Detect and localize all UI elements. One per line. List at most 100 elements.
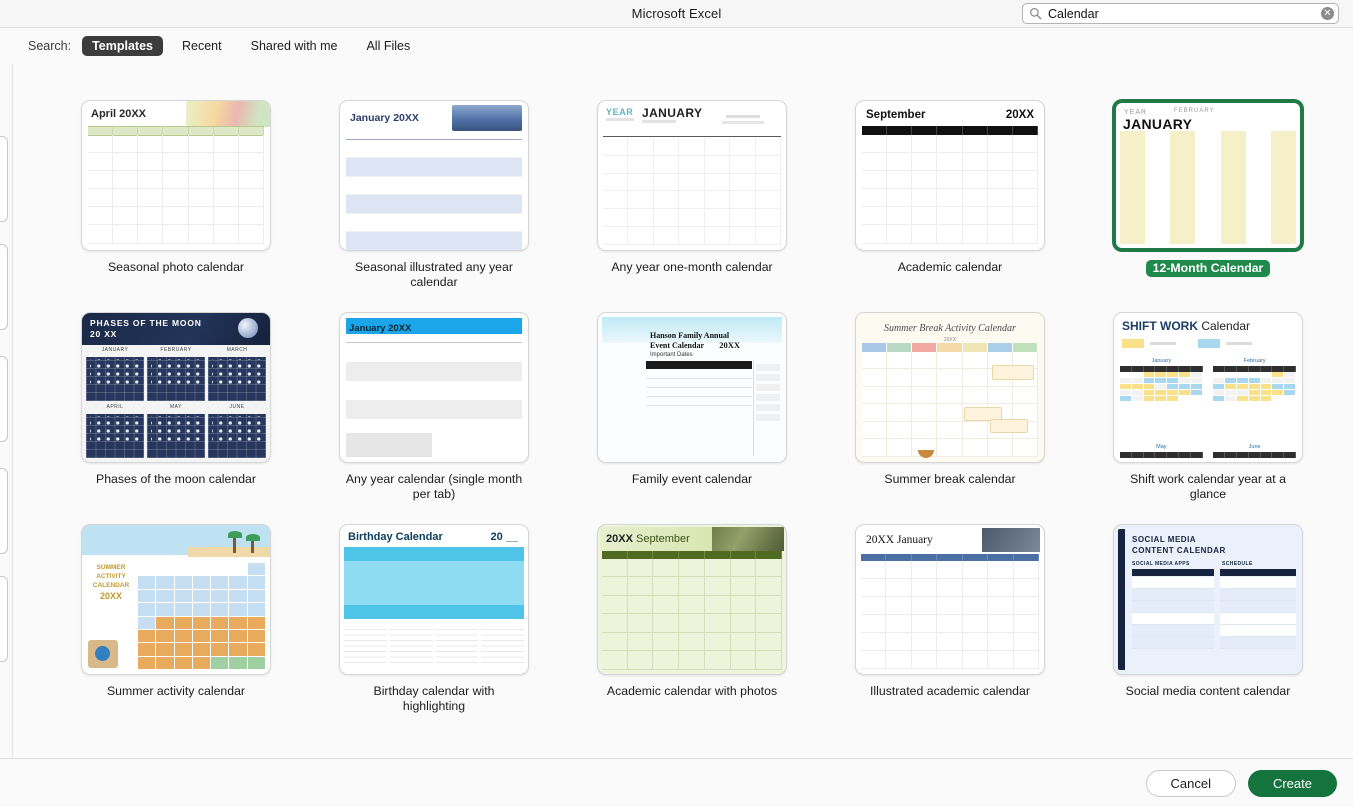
offscreen-thumb[interactable] xyxy=(0,356,8,442)
template-card-shift-work-calendar-year-at-a-glance[interactable]: SHIFT WORK Calendar January February May… xyxy=(1079,312,1337,502)
clear-search-icon[interactable]: ✕ xyxy=(1321,7,1334,20)
template-card-12-month-calendar[interactable]: YEAR FEBRUARY JANUARY 12-Month Calendar xyxy=(1079,100,1337,290)
template-card-illustrated-academic-calendar[interactable]: 20XX January Illustrated academic calend… xyxy=(821,524,1079,714)
tab-shared-with-me[interactable]: Shared with me xyxy=(241,36,348,56)
month-grid: JANUARY FEBRUARY MARCH APRIL MAY JUNE xyxy=(86,347,266,458)
column-label-apps: SOCIAL MEDIA APPS xyxy=(1132,561,1190,567)
template-card-phases-of-the-moon-calendar[interactable]: PHASES OF THE MOON 20 XX JANUARY FEBRUAR… xyxy=(47,312,305,502)
template-card-academic-calendar[interactable]: September 20XX Academic calendar xyxy=(821,100,1079,290)
offscreen-thumb[interactable] xyxy=(0,136,8,222)
search-input-value[interactable]: Calendar xyxy=(1048,7,1321,21)
template-caption: Family event calendar xyxy=(631,472,753,486)
template-caption: Summer break calendar xyxy=(884,472,1016,486)
mini-month-label: JUNE xyxy=(229,404,245,410)
template-card-any-year-one-month-calendar[interactable]: YEAR JANUARY Any year one-month calendar xyxy=(563,100,821,290)
thumb-wrap: YEAR FEBRUARY JANUARY xyxy=(1113,100,1303,251)
thumb-month-label: JANUARY xyxy=(1123,116,1193,132)
template-card-summer-break-calendar[interactable]: Summer Break Activity Calendar 20XX Summ… xyxy=(821,312,1079,502)
create-button[interactable]: Create xyxy=(1247,769,1337,797)
tab-all-files[interactable]: All Files xyxy=(356,36,420,56)
mini-month: MAY xyxy=(147,404,205,458)
side-panel xyxy=(753,361,782,456)
mini-month-label: MARCH xyxy=(226,347,248,353)
legend-label-shift-1 xyxy=(1150,342,1176,345)
template-caption: Seasonal illustrated any year calendar xyxy=(355,260,513,289)
offscreen-thumb[interactable] xyxy=(0,244,8,330)
template-caption: Shift work calendar year at a glance xyxy=(1130,472,1286,501)
thumb-title: September xyxy=(866,109,926,121)
sticky-note xyxy=(990,419,1028,433)
calendar-grid xyxy=(861,561,1039,669)
thumb-wrap: April 20XX xyxy=(81,100,271,251)
thumb-month: September xyxy=(635,533,690,545)
tab-recent[interactable]: Recent xyxy=(172,36,232,56)
thumb-title-line-2: CONTENT CALENDAR xyxy=(1132,546,1226,555)
photo-illustration xyxy=(712,527,784,551)
icon-strip xyxy=(344,547,524,561)
dialog-footer: Cancel Create xyxy=(0,758,1353,807)
thumb-wrap: 20XX January xyxy=(855,524,1045,675)
template-caption: Social media content calendar xyxy=(1125,684,1291,698)
weekday-header xyxy=(346,335,522,343)
template-card-birthday-calendar-with-highlighting[interactable]: Birthday Calendar 20 __ Birthday calenda… xyxy=(305,524,563,714)
thumb-title-line-2: Event Calendar xyxy=(650,341,704,350)
thumb-wrap: September 20XX xyxy=(855,100,1045,251)
mini-month-grid xyxy=(147,414,205,458)
template-thumbnail: Hanson Family Annual Event Calendar Impo… xyxy=(597,312,787,463)
mini-month: FEBRUARY xyxy=(147,347,205,401)
thumb-wrap: Hanson Family Annual Event Calendar Impo… xyxy=(597,312,787,463)
mini-month: MARCH xyxy=(208,347,266,401)
offscreen-thumb[interactable] xyxy=(0,468,8,554)
table-header-right xyxy=(1220,569,1296,576)
template-grid-scroll-area[interactable]: April 20XX Seasonal photo calendar Janua… xyxy=(13,64,1353,758)
thumb-wrap: SOCIAL MEDIA CONTENT CALENDAR SOCIAL MED… xyxy=(1113,524,1303,675)
mini-month-label: JANUARY xyxy=(101,347,129,353)
thumb-title-rest: Calendar xyxy=(1198,319,1251,333)
template-thumbnail: January 20XX xyxy=(339,100,529,251)
mini-month-label: May xyxy=(1156,444,1167,450)
weekday-header xyxy=(861,554,1039,561)
column-label-schedule: SCHEDULE xyxy=(1222,561,1253,567)
template-card-seasonal-illustrated-any-year-calendar[interactable]: January 20XX Seasonal illustrated any ye… xyxy=(305,100,563,290)
thumb-year: 20 __ xyxy=(490,531,518,543)
mini-month xyxy=(344,628,387,670)
template-card-summer-activity-calendar[interactable]: SUMMER ACTIVITY CALENDAR 20XX Summer act… xyxy=(47,524,305,714)
excel-template-gallery-window: Microsoft Excel Calendar ✕ Search: Templ… xyxy=(0,0,1353,807)
thumb-wrap: SUMMER ACTIVITY CALENDAR 20XX xyxy=(81,524,271,675)
photo-illustration xyxy=(982,528,1040,552)
template-grid: April 20XX Seasonal photo calendar Janua… xyxy=(13,64,1353,714)
side-title-line: CALENDAR xyxy=(92,582,130,589)
title-bar: Microsoft Excel Calendar ✕ xyxy=(0,0,1353,28)
template-caption: Phases of the moon calendar xyxy=(96,472,256,486)
thumb-title: January 20XX xyxy=(349,323,412,334)
template-caption: Birthday calendar with highlighting xyxy=(373,684,495,713)
mini-month-label: June xyxy=(1248,444,1261,450)
weekday-header xyxy=(862,343,1038,352)
template-card-family-event-calendar[interactable]: Hanson Family Annual Event Calendar Impo… xyxy=(563,312,821,502)
thumb-year: 20XX xyxy=(606,533,633,545)
calendar-columns xyxy=(1120,131,1296,244)
cancel-button[interactable]: Cancel xyxy=(1145,769,1236,797)
calendar-grid xyxy=(862,135,1038,244)
offscreen-thumb[interactable] xyxy=(0,576,8,662)
thumb-wrap: Summer Break Activity Calendar 20XX xyxy=(855,312,1045,463)
footer-block xyxy=(346,433,433,457)
template-card-any-year-calendar-single-month-per-tab[interactable]: January 20XX Any year calendar (single m… xyxy=(305,312,563,502)
mini-month-june: June xyxy=(1213,444,1296,458)
legend-swatch-shift-1 xyxy=(1122,339,1144,348)
side-bar-accent xyxy=(1118,529,1125,670)
tab-templates[interactable]: Templates xyxy=(82,36,163,56)
placeholder-line xyxy=(722,121,764,124)
weekday-header xyxy=(138,556,266,563)
search-field[interactable]: Calendar ✕ xyxy=(1022,3,1339,24)
decorative-artwork xyxy=(452,105,522,131)
mini-month: APRIL xyxy=(86,404,144,458)
table-header-row xyxy=(646,361,752,369)
template-card-social-media-content-calendar[interactable]: SOCIAL MEDIA CONTENT CALENDAR SOCIAL MED… xyxy=(1079,524,1337,714)
mini-month-grid xyxy=(389,629,433,663)
template-card-academic-calendar-with-photos[interactable]: 20XX September Academic calendar with ph… xyxy=(563,524,821,714)
template-thumbnail: SHIFT WORK Calendar January February May… xyxy=(1113,312,1303,463)
template-card-seasonal-photo-calendar[interactable]: April 20XX Seasonal photo calendar xyxy=(47,100,305,290)
template-thumbnail: 20XX January xyxy=(855,524,1045,675)
thumb-year: 20XX xyxy=(1005,109,1034,121)
